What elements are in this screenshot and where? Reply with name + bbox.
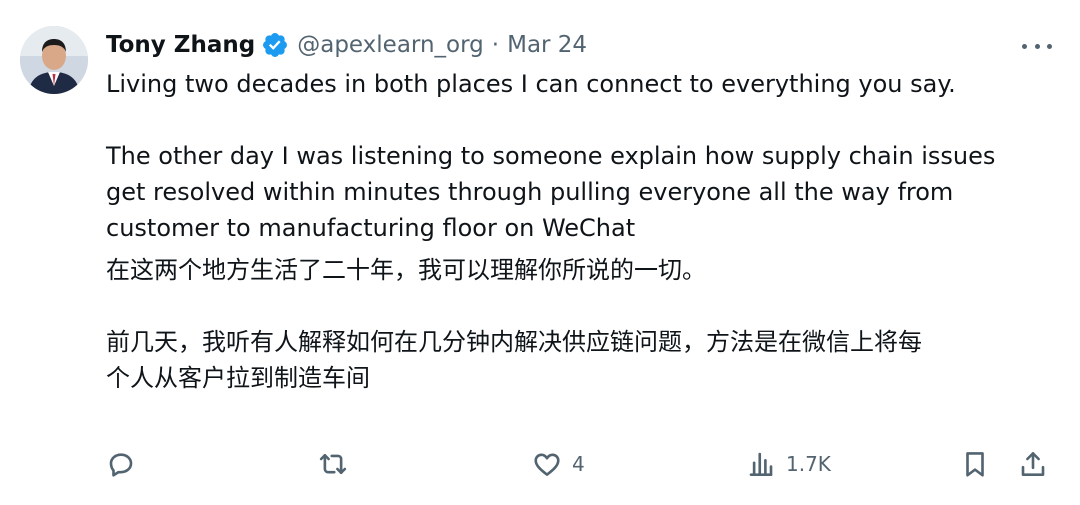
reply-button[interactable]: [106, 446, 136, 482]
views-count: 1.7K: [786, 452, 831, 476]
tweet-text-zh-2-line1: 前几天，我听有人解释如何在几分钟内解决供应链问题，方法是在微信上将每: [106, 328, 922, 356]
avatar-image: [20, 26, 88, 94]
tweet-text-zh-1: 在这两个地方生活了二十年，我可以理解你所说的一切。: [106, 256, 706, 284]
like-button[interactable]: 4: [532, 446, 585, 482]
more-options-icon[interactable]: [1022, 36, 1052, 56]
share-icon: [1021, 452, 1045, 476]
tweet-text-en-2-line3: customer to manufacturing floor on WeCha…: [106, 214, 636, 242]
bookmark-icon: [966, 452, 984, 477]
more-dot: [1022, 43, 1027, 49]
bookmark-button[interactable]: [960, 446, 990, 482]
tweet-text-en-2-line2: get resolved within minutes through pull…: [106, 178, 954, 206]
verified-badge-icon: [263, 33, 288, 57]
tweet-date[interactable]: Mar 24: [507, 28, 587, 62]
tweet-card: Tony Zhang @apexlearn_org · Mar 24 Livin…: [0, 0, 1080, 505]
author-handle[interactable]: @apexlearn_org: [297, 28, 484, 62]
more-dot: [1047, 43, 1052, 49]
more-dot: [1034, 43, 1040, 49]
avatar[interactable]: [20, 26, 88, 94]
tweet-body: Living two decades in both places I can …: [106, 66, 1046, 396]
share-button[interactable]: [1018, 446, 1048, 482]
retweet-icon: [319, 453, 347, 475]
tweet-text-en-2-line1: The other day I was listening to someone…: [106, 142, 996, 170]
heart-icon: [534, 453, 560, 476]
retweet-button[interactable]: [318, 446, 348, 482]
tweet-actions: 4 1.7K: [106, 446, 1052, 482]
tweet-text-zh-2-line2: 个人从客户拉到制造车间: [106, 364, 370, 392]
views-bar-chart-icon: [749, 452, 773, 476]
separator-dot: ·: [491, 32, 500, 58]
like-count: 4: [572, 452, 585, 476]
views-button[interactable]: 1.7K: [746, 446, 831, 482]
author-name[interactable]: Tony Zhang: [106, 28, 255, 62]
tweet-header: Tony Zhang @apexlearn_org · Mar 24: [106, 28, 587, 62]
tweet-text-en-1: Living two decades in both places I can …: [106, 70, 956, 98]
reply-icon: [109, 453, 133, 477]
